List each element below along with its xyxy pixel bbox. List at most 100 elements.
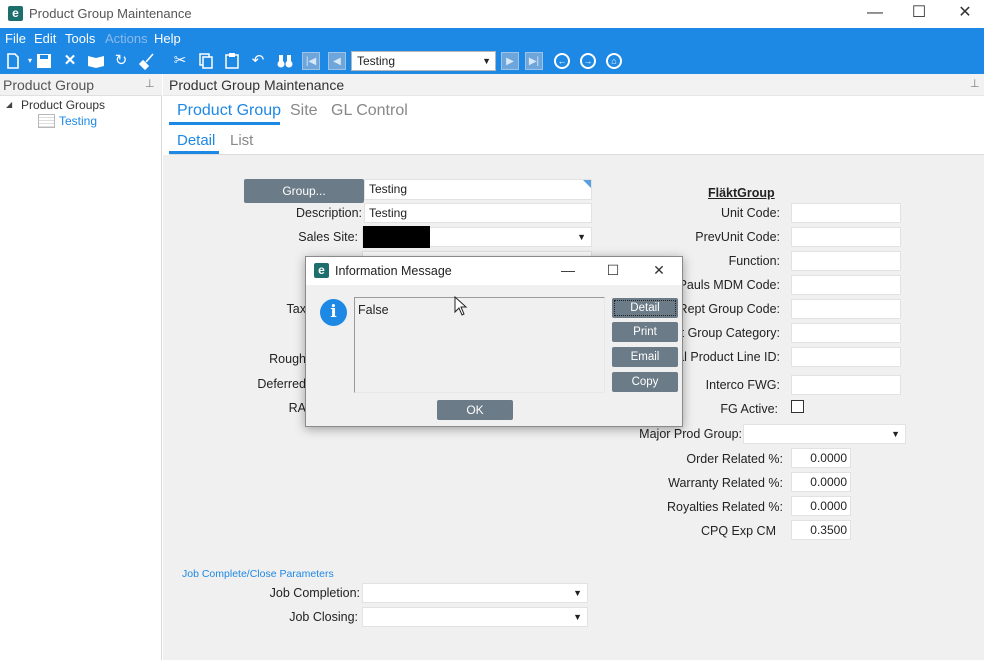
prevunit-code-label: PrevUnit Code: xyxy=(695,230,780,244)
pin-icon[interactable]: ⊥ xyxy=(970,77,980,90)
clear-broom-icon[interactable] xyxy=(138,52,157,71)
tree-collapse-icon[interactable]: ◢ xyxy=(6,100,12,109)
group-button[interactable]: Group... xyxy=(244,179,364,203)
menu-help[interactable]: Help xyxy=(154,31,181,46)
window-title: Product Group Maintenance xyxy=(29,6,192,21)
tab-product-group[interactable]: Product Group xyxy=(177,102,281,120)
major-prod-group-label: Major Prod Group: xyxy=(639,427,742,441)
home-icon[interactable]: ⌂ xyxy=(606,53,622,69)
prevunit-code-field[interactable] xyxy=(791,227,901,247)
menu-file[interactable]: File xyxy=(5,31,26,46)
product-line-id-field[interactable] xyxy=(791,347,901,367)
tree-root-product-groups[interactable]: Product Groups xyxy=(21,98,105,112)
flaktgroup-heading: FläktGroup xyxy=(708,186,775,200)
royalties-related-label: Royalties Related %: xyxy=(666,500,783,514)
pin-icon[interactable]: ⊥ xyxy=(145,77,155,90)
function-field[interactable] xyxy=(791,251,901,271)
record-selector[interactable]: Testing ▼ xyxy=(351,51,496,71)
dialog-minimize-button[interactable]: — xyxy=(553,258,583,282)
next-record-icon[interactable]: ▶ xyxy=(501,52,519,70)
job-closing-label: Job Closing: xyxy=(289,610,358,624)
warranty-related-label: Warranty Related %: xyxy=(668,476,783,490)
info-icon: i xyxy=(320,299,347,326)
tab-detail[interactable]: Detail xyxy=(177,132,215,149)
job-closing-combo[interactable]: ▼ xyxy=(362,607,588,627)
tab-site[interactable]: Site xyxy=(290,102,318,120)
sales-site-label: Sales Site: xyxy=(298,230,358,244)
chevron-down-icon: ▼ xyxy=(573,612,582,622)
menu-actions[interactable]: Actions xyxy=(105,31,148,46)
royalties-related-field[interactable]: 0.0000 xyxy=(791,496,851,516)
main-pane-title: Product Group Maintenance xyxy=(169,77,345,93)
menu-tools[interactable]: Tools xyxy=(65,31,95,46)
job-section-title: Job Complete/Close Parameters xyxy=(182,568,334,580)
job-completion-combo[interactable]: ▼ xyxy=(362,583,588,603)
tab-gl-control[interactable]: GL Control xyxy=(331,102,408,120)
redacted-value xyxy=(363,226,430,248)
menu-edit[interactable]: Edit xyxy=(34,31,56,46)
ra-label: RA xyxy=(288,401,306,415)
interco-fwg-field[interactable] xyxy=(791,375,901,395)
description-field[interactable]: Testing xyxy=(364,203,592,223)
unit-code-field[interactable] xyxy=(791,203,901,223)
rept-group-code-field[interactable] xyxy=(791,299,901,319)
copy-button[interactable]: Copy xyxy=(612,372,678,392)
save-icon[interactable] xyxy=(35,52,53,70)
group-category-field[interactable] xyxy=(791,323,901,343)
previous-record-icon[interactable]: ◀ xyxy=(328,52,346,70)
back-arrow-icon[interactable]: ← xyxy=(554,53,570,69)
maximize-button[interactable]: ☐ xyxy=(896,0,942,28)
binoculars-icon[interactable] xyxy=(276,52,294,70)
mouse-cursor-icon xyxy=(454,295,468,316)
close-button[interactable]: ✕ xyxy=(942,0,984,28)
cut-icon[interactable]: ✂ xyxy=(171,52,189,70)
new-icon[interactable] xyxy=(4,52,22,70)
chevron-down-icon: ▼ xyxy=(577,232,586,242)
detail-button[interactable]: Detail xyxy=(612,298,678,318)
copy-icon[interactable] xyxy=(197,52,215,70)
order-related-field[interactable]: 0.0000 xyxy=(791,448,851,468)
cpq-exp-cm-field[interactable]: 0.3500 xyxy=(791,520,851,540)
dialog-close-button[interactable]: ✕ xyxy=(644,258,674,282)
rough-label: Rough xyxy=(269,352,306,366)
app-logo-icon: e xyxy=(8,6,23,21)
chevron-down-icon: ▼ xyxy=(482,56,491,66)
pauls-mdm-code-field[interactable] xyxy=(791,275,901,295)
tree-item-testing[interactable]: Testing xyxy=(59,114,97,128)
minimize-button[interactable]: — xyxy=(852,0,898,28)
dialog-title: Information Message xyxy=(335,264,452,278)
open-book-icon[interactable] xyxy=(87,52,105,70)
tax-label: Tax xyxy=(286,302,306,316)
email-button[interactable]: Email xyxy=(612,347,678,367)
unit-code-label: Unit Code: xyxy=(720,206,780,220)
forward-arrow-icon[interactable]: → xyxy=(580,53,596,69)
description-label: Description: xyxy=(296,206,362,220)
group-field[interactable]: Testing xyxy=(364,179,592,200)
left-pane xyxy=(0,74,162,660)
tab-underline xyxy=(169,122,280,125)
refresh-icon[interactable]: ↻ xyxy=(112,52,130,70)
print-button[interactable]: Print xyxy=(612,322,678,342)
message-text-box[interactable]: False xyxy=(354,297,605,393)
warranty-related-field[interactable]: 0.0000 xyxy=(791,472,851,492)
delete-icon[interactable]: ✕ xyxy=(61,52,79,70)
chevron-down-icon: ▼ xyxy=(891,429,900,439)
order-related-label: Order Related %: xyxy=(686,452,783,466)
app-logo-icon: e xyxy=(314,263,329,278)
left-pane-title: Product Group xyxy=(3,77,95,93)
tree-node-icon xyxy=(38,114,55,128)
required-corner-icon xyxy=(583,180,591,188)
major-prod-group-combo[interactable]: ▼ xyxy=(743,424,906,444)
undo-icon[interactable]: ↶ xyxy=(249,52,267,70)
fg-active-checkbox[interactable] xyxy=(791,400,804,413)
ok-button[interactable]: OK xyxy=(437,400,513,420)
chevron-down-icon: ▼ xyxy=(573,588,582,598)
group-field-value: Testing xyxy=(369,182,408,196)
record-selector-value: Testing xyxy=(357,54,396,68)
first-record-icon[interactable]: |◀ xyxy=(302,52,320,70)
dialog-maximize-button[interactable]: ☐ xyxy=(598,258,628,282)
tab-list[interactable]: List xyxy=(230,132,253,149)
last-record-icon[interactable]: ▶| xyxy=(525,52,543,70)
deferred-label: Deferred xyxy=(257,377,306,391)
paste-icon[interactable] xyxy=(223,52,241,70)
